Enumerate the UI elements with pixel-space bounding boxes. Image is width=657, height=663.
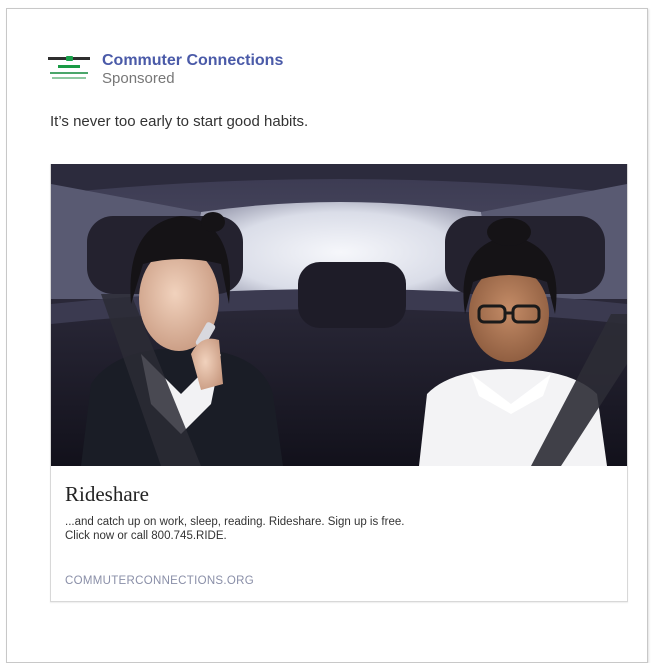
- post-header: Commuter Connections Sponsored: [46, 51, 283, 91]
- commuter-connections-logo-icon[interactable]: [46, 55, 94, 85]
- card-description-line2: Click now or call 800.745.RIDE.: [65, 530, 227, 542]
- sponsored-label: Sponsored: [102, 70, 175, 87]
- card-title[interactable]: Rideshare: [65, 482, 149, 507]
- card-link-url[interactable]: COMMUTERCONNECTIONS.ORG: [65, 575, 254, 587]
- post-message: It’s never too early to start good habit…: [50, 113, 309, 130]
- page-name-link[interactable]: Commuter Connections: [102, 51, 283, 70]
- two-girls-in-car-photo[interactable]: [51, 164, 627, 466]
- page-info: Commuter Connections Sponsored: [102, 51, 283, 88]
- card-description: ...and catch up on work, sleep, reading.…: [65, 515, 605, 543]
- link-card[interactable]: Rideshare ...and catch up on work, sleep…: [50, 164, 628, 602]
- card-description-line1: ...and catch up on work, sleep, reading.…: [65, 516, 405, 528]
